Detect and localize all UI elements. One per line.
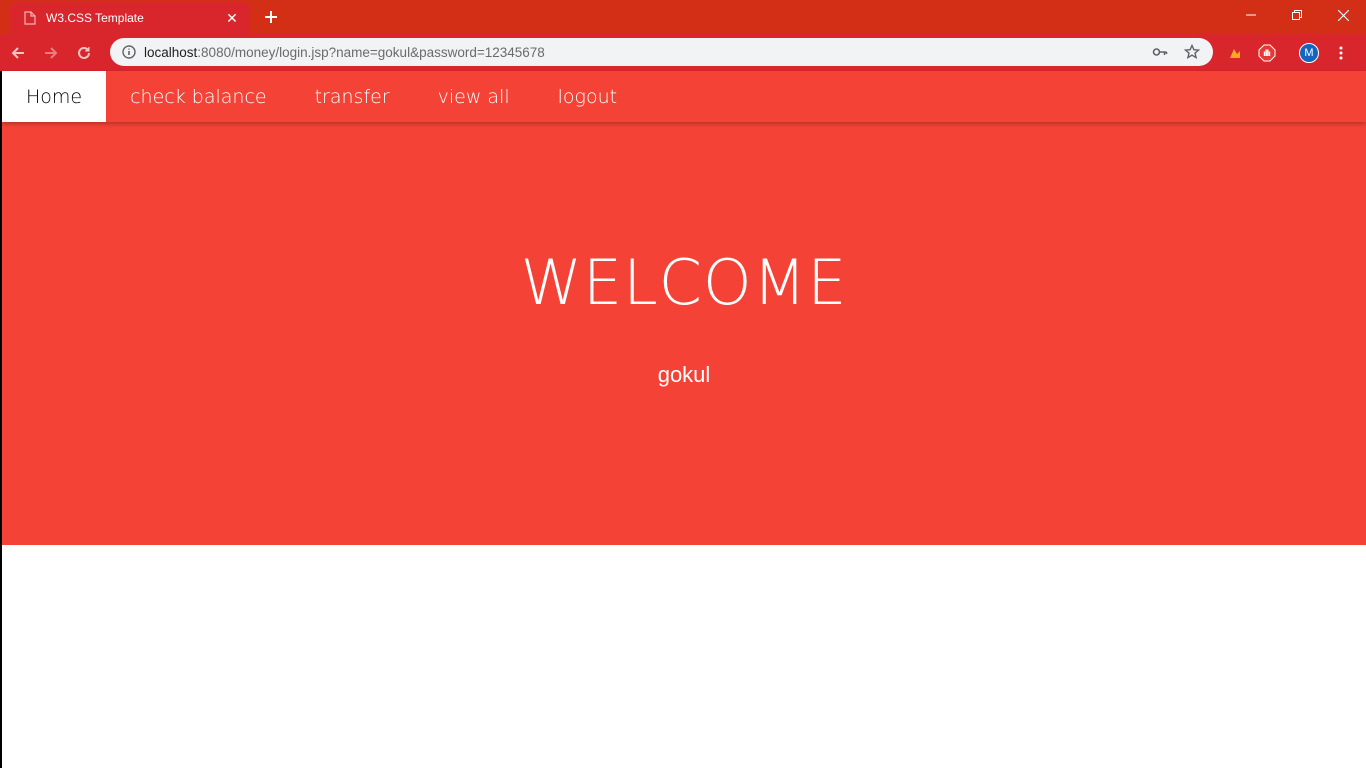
new-tab-button[interactable]: [258, 5, 284, 29]
nav-check-balance[interactable]: check balance: [106, 71, 290, 122]
forward-arrow-icon: [45, 46, 58, 59]
menu-button[interactable]: [1328, 40, 1354, 66]
extension-icon[interactable]: [1222, 40, 1248, 66]
adblock-icon[interactable]: [1254, 40, 1280, 66]
minimize-button[interactable]: [1228, 0, 1274, 30]
address-bar[interactable]: localhost:8080/money/login.jsp?name=goku…: [110, 38, 1213, 66]
back-arrow-icon: [11, 46, 24, 59]
page-icon: [24, 11, 36, 25]
web-page: Home check balance transfer view all log…: [2, 71, 1366, 768]
nav-view-all[interactable]: view all: [414, 71, 534, 122]
tab-title: W3.CSS Template: [46, 11, 144, 25]
close-window-button[interactable]: [1320, 0, 1366, 30]
kebab-menu-icon: [1339, 46, 1343, 59]
close-icon[interactable]: ✕: [224, 10, 240, 26]
url-path: :8080/money/login.jsp?name=gokul&passwor…: [197, 44, 545, 60]
info-icon[interactable]: [122, 45, 136, 59]
back-button[interactable]: [3, 38, 33, 68]
nav-logout[interactable]: logout: [534, 71, 641, 122]
avatar: M: [1299, 42, 1319, 63]
nav-home[interactable]: Home: [2, 71, 107, 122]
tab-strip: W3.CSS Template ✕: [0, 0, 1366, 34]
nav-transfer[interactable]: transfer: [291, 71, 414, 122]
key-icon[interactable]: [1149, 41, 1171, 63]
browser-toolbar: localhost:8080/money/login.jsp?name=goku…: [0, 34, 1366, 71]
restore-icon: [1292, 10, 1302, 20]
profile-button[interactable]: M: [1296, 40, 1322, 66]
site-navbar: Home check balance transfer view all log…: [2, 71, 1366, 122]
hero-banner: WELCOME gokul: [2, 122, 1366, 545]
url-text[interactable]: localhost:8080/money/login.jsp?name=goku…: [144, 45, 1139, 60]
welcome-heading: WELCOME: [520, 246, 848, 319]
restore-button[interactable]: [1274, 0, 1320, 30]
close-window-icon: [1337, 9, 1349, 21]
bookmark-star-icon[interactable]: [1181, 41, 1203, 63]
username-text: gokul: [657, 362, 711, 387]
url-host: localhost: [144, 44, 198, 60]
reload-button[interactable]: [69, 38, 99, 68]
reload-icon: [78, 46, 90, 59]
plus-icon: [265, 11, 277, 23]
extensions-area: M: [1222, 34, 1360, 71]
window-controls: [1228, 0, 1366, 30]
minimize-icon: [1246, 14, 1256, 16]
browser-tab[interactable]: W3.CSS Template ✕: [10, 2, 250, 34]
forward-button[interactable]: [36, 38, 66, 68]
